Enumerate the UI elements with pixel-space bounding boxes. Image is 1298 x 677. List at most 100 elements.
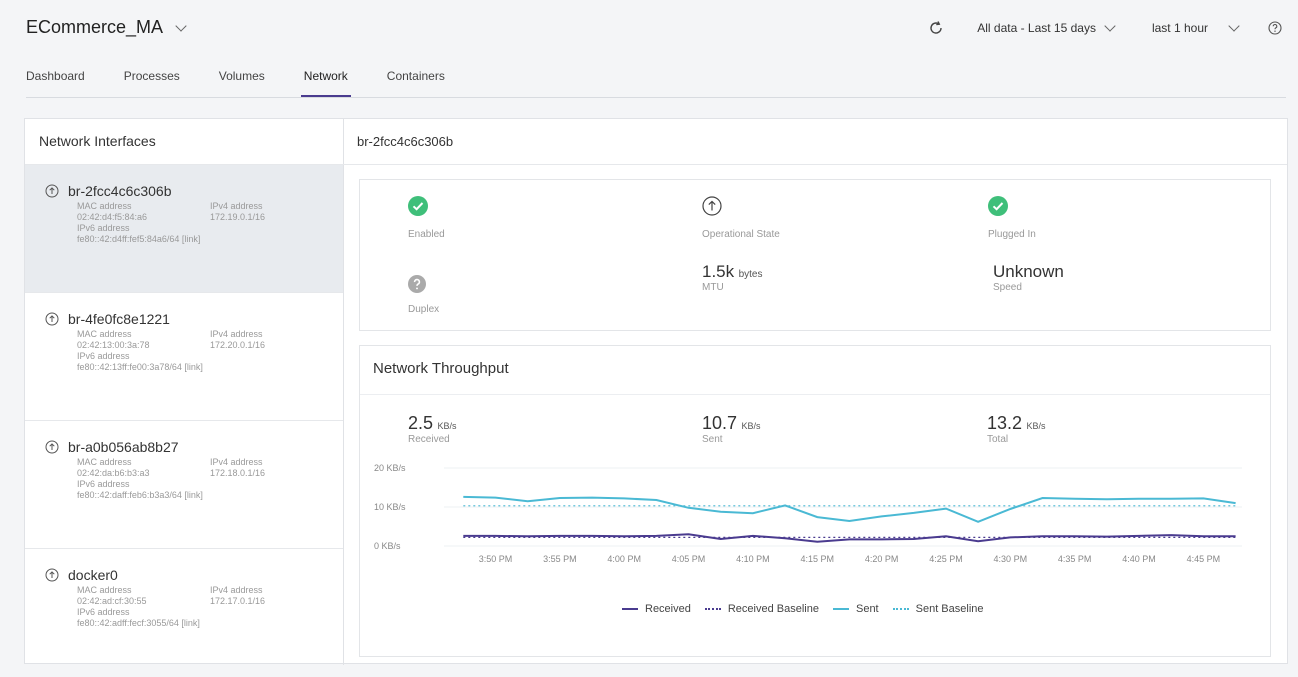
received-unit: KB/s: [437, 421, 457, 431]
ipv6-value: fe80::42:13ff:fe00:3a78/64 [link]: [77, 362, 203, 372]
throughput-title: Network Throughput: [373, 360, 509, 377]
duplex-label: Duplex: [408, 304, 440, 315]
interfaces-title: Network Interfaces: [25, 119, 343, 165]
legend-sent-baseline[interactable]: Sent Baseline: [892, 603, 984, 615]
chart-legend: Received Received Baseline Sent Sent Bas…: [622, 603, 984, 615]
question-circle-icon: [408, 275, 426, 293]
data-range-label: All data - Last 15 days: [977, 21, 1096, 35]
time-range-label: last 1 hour: [1151, 21, 1208, 35]
x-tick-label: 4:10 PM: [736, 554, 770, 564]
legend-swatch: [832, 608, 849, 610]
enabled-label: Enabled: [408, 229, 445, 240]
app-title: ECommerce_MA: [26, 17, 164, 37]
legend-label: Received Baseline: [727, 603, 819, 615]
legend-label: Sent Baseline: [915, 603, 984, 615]
series-line-sent: [463, 495, 1236, 523]
speed-label: Speed: [993, 282, 1022, 293]
plugged-in-stat: Plugged In: [988, 196, 1036, 240]
speed-stat: Unknown Speed: [993, 262, 1064, 293]
chevron-down-icon: [1228, 20, 1240, 32]
x-tick-label: 3:50 PM: [479, 554, 513, 564]
legend-swatch: [622, 608, 638, 610]
x-tick-label: 4:40 PM: [1122, 554, 1156, 564]
received-label: Received: [408, 434, 450, 445]
total-label: Total: [987, 434, 1009, 445]
ipv6-label: IPv6 address: [77, 351, 130, 361]
x-tick-label: 4:00 PM: [607, 554, 641, 564]
interface-item[interactable]: br-2fcc4c6c306b MAC address 02:42:d4:f5:8…: [25, 165, 343, 293]
refresh-icon[interactable]: [927, 19, 945, 37]
tab-dashboard[interactable]: Dashboard: [26, 69, 85, 96]
data-range-select[interactable]: All data - Last 15 days: [977, 20, 1116, 35]
legend-received-baseline[interactable]: Received Baseline: [704, 603, 819, 615]
mtu-value: 1.5k: [702, 262, 735, 281]
mac-value: 02:42:da:b6:b3:a3: [77, 468, 150, 478]
interface-name: docker0: [68, 567, 118, 583]
received-stat: 2.5 KB/s Received: [408, 413, 457, 445]
legend-sent[interactable]: Sent: [832, 603, 879, 615]
interface-item[interactable]: docker0 MAC address 02:42:ad:cf:30:55 IPv…: [25, 549, 343, 677]
mac-label: MAC address: [77, 201, 132, 211]
interface-name: br-4fe0fc8e1221: [68, 311, 170, 327]
total-unit: KB/s: [1026, 421, 1046, 431]
legend-received[interactable]: Received: [622, 603, 691, 615]
arrow-up-circle-icon: [45, 312, 59, 326]
ipv4-label: IPv4 address: [210, 457, 263, 467]
tab-volumes[interactable]: Volumes: [219, 69, 265, 96]
help-icon[interactable]: [1268, 21, 1282, 35]
y-tick-label: 20 KB/s: [374, 463, 406, 473]
ipv4-label: IPv4 address: [210, 329, 263, 339]
interface-status-card: Enabled Operational State Plugged In Dup…: [359, 179, 1271, 331]
time-range-select[interactable]: last 1 hour: [1151, 20, 1240, 35]
ipv6-label: IPv6 address: [77, 223, 130, 233]
network-throughput-card: Network Throughput 2.5 KB/s Received 10.…: [359, 345, 1271, 657]
mtu-stat: 1.5k bytes MTU: [702, 262, 763, 293]
total-stat: 13.2 KB/s Total: [987, 413, 1046, 445]
chevron-down-icon: [175, 19, 187, 32]
mac-label: MAC address: [77, 457, 132, 467]
interfaces-list: Network Interfaces br-2fcc4c6c306b MAC a…: [25, 119, 344, 665]
app-header: ECommerce_MA All data - Last 15 days las…: [0, 0, 1298, 100]
ipv4-label: IPv4 address: [210, 201, 263, 211]
arrow-up-circle-icon: [45, 568, 59, 582]
tab-bar: Dashboard Processes Volumes Network Cont…: [26, 69, 1286, 98]
tab-processes[interactable]: Processes: [124, 69, 180, 96]
x-tick-label: 4:20 PM: [865, 554, 899, 564]
arrow-up-circle-icon: [45, 440, 59, 454]
interface-name: br-a0b056ab8b27: [68, 439, 179, 455]
operational-state-stat: Operational State: [702, 196, 780, 240]
mac-label: MAC address: [77, 585, 132, 595]
arrow-up-circle-icon: [702, 196, 722, 216]
duplex-stat: Duplex: [408, 275, 439, 315]
ipv6-label: IPv6 address: [77, 479, 130, 489]
ipv6-value: fe80::42:daff:feb6:b3a3/64 [link]: [77, 490, 203, 500]
legend-label: Sent: [855, 603, 879, 615]
speed-value: Unknown: [993, 262, 1064, 281]
x-tick-label: 3:55 PM: [543, 554, 577, 564]
x-tick-label: 4:45 PM: [1187, 554, 1221, 564]
tab-network[interactable]: Network: [300, 69, 351, 97]
ipv4-label: IPv4 address: [210, 585, 263, 595]
mtu-unit: bytes: [738, 269, 763, 280]
x-tick-label: 4:30 PM: [994, 554, 1028, 564]
ipv4-value: 172.20.0.1/16: [210, 340, 266, 350]
x-tick-label: 4:05 PM: [672, 554, 706, 564]
y-tick-label: 10 KB/s: [374, 502, 406, 512]
sent-stat: 10.7 KB/s Sent: [702, 413, 761, 445]
interface-detail: br-2fcc4c6c306b Enabled Operational Stat…: [343, 119, 1287, 665]
ipv6-value: fe80::42:d4ff:fef5:84a6/64 [link]: [77, 234, 201, 244]
app-switcher[interactable]: ECommerce_MA: [26, 17, 187, 38]
received-value: 2.5: [408, 413, 434, 433]
interface-item[interactable]: br-a0b056ab8b27 MAC address 02:42:da:b6:b…: [25, 421, 343, 549]
legend-label: Received: [645, 603, 691, 615]
tab-containers[interactable]: Containers: [387, 69, 445, 96]
mac-label: MAC address: [77, 329, 132, 339]
legend-swatch: [892, 608, 909, 610]
mac-value: 02:42:13:00:3a:78: [77, 340, 150, 350]
legend-swatch: [704, 608, 721, 610]
interface-item[interactable]: br-4fe0fc8e1221 MAC address 02:42:13:00:3…: [25, 293, 343, 421]
ipv6-value: fe80::42:adff:fecf:3055/64 [link]: [77, 618, 200, 628]
sent-unit: KB/s: [741, 421, 761, 431]
ipv4-value: 172.19.0.1/16: [210, 212, 266, 222]
plugged-in-label: Plugged In: [988, 229, 1036, 240]
